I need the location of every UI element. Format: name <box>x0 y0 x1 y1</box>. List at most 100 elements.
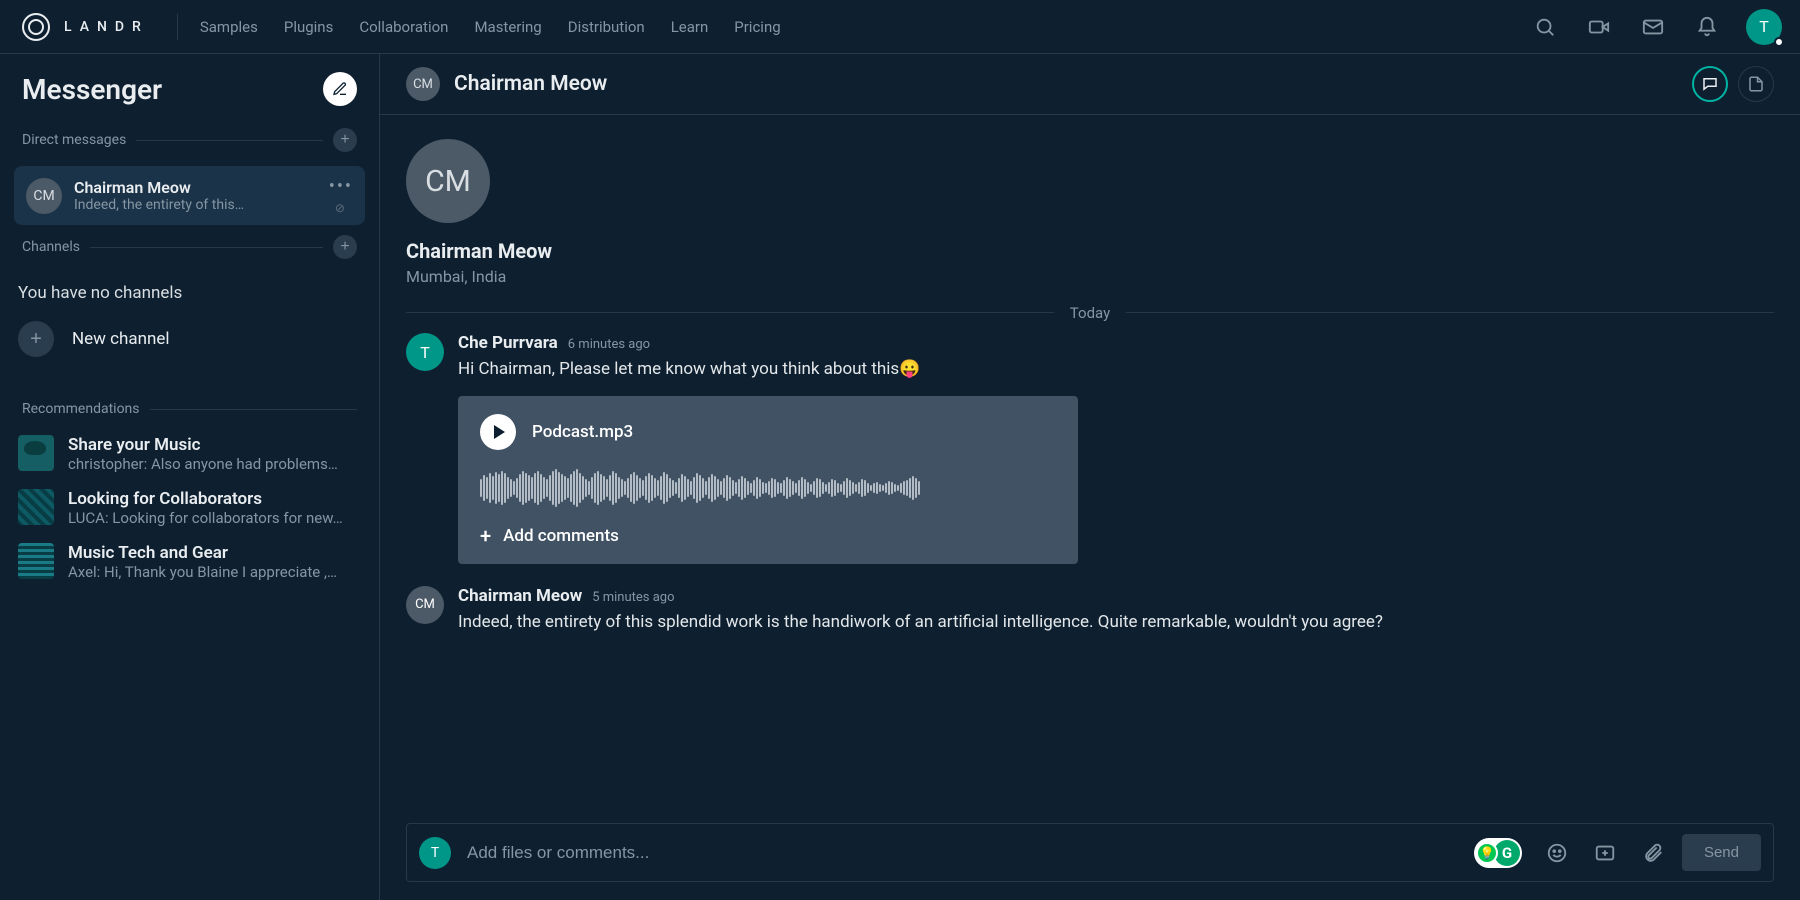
conversation-header: CM Chairman Meow <box>380 54 1800 115</box>
add-media-button[interactable] <box>1590 838 1620 868</box>
add-channel-button[interactable]: + <box>333 235 357 259</box>
mail-button[interactable] <box>1638 12 1668 42</box>
dm-avatar: CM <box>26 178 62 214</box>
nav-plugins[interactable]: Plugins <box>284 18 333 36</box>
recommendation-title: Music Tech and Gear <box>68 543 337 563</box>
recommendation-thumbnail <box>18 489 54 525</box>
nav-samples[interactable]: Samples <box>200 18 258 36</box>
no-channels-text: You have no channels <box>0 269 379 311</box>
attach-button[interactable] <box>1638 838 1668 868</box>
recommendation-subtitle: Axel: Hi, Thank you Blaine I appreciate … <box>68 563 337 581</box>
message-text: Indeed, the entirety of this splendid wo… <box>458 610 1774 635</box>
dm-item-chairman-meow[interactable]: CM Chairman Meow Indeed, the entirety of… <box>14 166 365 225</box>
conversation-title: Chairman Meow <box>454 72 607 96</box>
message: T Che Purrvara 6 minutes ago Hi Chairman… <box>406 333 1774 564</box>
grammarly-widget[interactable]: 💡 G <box>1474 838 1522 868</box>
play-icon <box>494 425 505 439</box>
search-icon <box>1534 16 1556 38</box>
message-timestamp: 5 minutes ago <box>592 590 674 605</box>
audio-attachment: Podcast.mp3 + Add comments <box>458 396 1078 564</box>
conversation-panel: CM Chairman Meow CM Chairman Meow Mumbai… <box>380 54 1800 900</box>
nav-distribution[interactable]: Distribution <box>568 18 645 36</box>
channels-section-header: Channels + <box>0 229 379 269</box>
emoji-tongue: 😛 <box>899 359 920 379</box>
message-avatar: T <box>406 333 444 371</box>
dm-snippet: Indeed, the entirety of this… <box>74 197 317 213</box>
mail-icon <box>1642 16 1664 38</box>
recommendation-item[interactable]: Music Tech and Gear Axel: Hi, Thank you … <box>0 535 379 589</box>
audio-waveform[interactable] <box>480 466 1056 510</box>
compose-icon <box>332 81 348 97</box>
topbar-actions: T <box>1530 9 1782 45</box>
recommendations-label: Recommendations <box>22 401 140 417</box>
message: CM Chairman Meow 5 minutes ago Indeed, t… <box>406 586 1774 635</box>
recommendation-title: Share your Music <box>68 435 338 455</box>
dm-section-label: Direct messages <box>22 132 126 148</box>
message-author: Chairman Meow <box>458 586 582 606</box>
composer-input[interactable] <box>465 842 1460 864</box>
notifications-button[interactable] <box>1692 12 1722 42</box>
lightbulb-icon: 💡 <box>1476 842 1498 864</box>
recommendation-subtitle: christopher: Also anyone had problems… <box>68 455 338 473</box>
chat-icon <box>1701 75 1719 93</box>
dm-name: Chairman Meow <box>74 178 317 197</box>
user-avatar[interactable]: T <box>1746 9 1782 45</box>
recommendations-section-header: Recommendations <box>0 395 379 427</box>
file-icon <box>1747 75 1765 93</box>
files-view-button[interactable] <box>1738 66 1774 102</box>
plus-icon: + <box>18 321 54 357</box>
audio-filename: Podcast.mp3 <box>532 422 633 442</box>
add-comments-label: Add comments <box>503 526 619 546</box>
add-comments-button[interactable]: + Add comments <box>480 524 1056 548</box>
message-scroll[interactable]: CM Chairman Meow Mumbai, India Today T C… <box>380 115 1800 823</box>
recommendation-item[interactable]: Looking for Collaborators LUCA: Looking … <box>0 481 379 535</box>
nav-learn[interactable]: Learn <box>671 18 709 36</box>
chat-view-button[interactable] <box>1692 66 1728 102</box>
new-channel-button[interactable]: + New channel <box>0 311 379 377</box>
topbar: LANDR Samples Plugins Collaboration Mast… <box>0 0 1800 54</box>
paperclip-icon <box>1642 842 1664 864</box>
dm-section-header: Direct messages + <box>0 122 379 162</box>
presence-dot <box>1774 37 1784 47</box>
divider <box>177 14 178 40</box>
message-author: Che Purrvara <box>458 333 558 353</box>
nav-pricing[interactable]: Pricing <box>734 18 780 36</box>
channels-section-label: Channels <box>22 239 80 255</box>
recommendation-thumbnail <box>18 435 54 471</box>
recommendation-subtitle: LUCA: Looking for collaborators for new… <box>68 509 343 527</box>
composer: T 💡 G Send <box>406 823 1774 882</box>
new-channel-label: New channel <box>72 329 170 349</box>
recommendation-thumbnail <box>18 543 54 579</box>
recommendation-item[interactable]: Share your Music christopher: Also anyon… <box>0 427 379 481</box>
brand-logo[interactable]: LANDR <box>22 13 171 41</box>
more-icon: ••• <box>329 176 353 197</box>
day-separator-label: Today <box>1054 304 1126 322</box>
video-button[interactable] <box>1584 12 1614 42</box>
brand-logo-icon <box>22 13 50 41</box>
send-button[interactable]: Send <box>1682 834 1761 871</box>
smile-icon <box>1546 842 1568 864</box>
message-text: Hi Chairman, Please let me know what you… <box>458 357 1774 382</box>
conversation-avatar: CM <box>406 67 440 101</box>
primary-nav: Samples Plugins Collaboration Mastering … <box>200 18 781 36</box>
day-separator: Today <box>406 312 1774 313</box>
add-dm-button[interactable]: + <box>333 128 357 152</box>
message-timestamp: 6 minutes ago <box>568 337 650 352</box>
nav-collaboration[interactable]: Collaboration <box>359 18 448 36</box>
search-button[interactable] <box>1530 12 1560 42</box>
play-button[interactable] <box>480 414 516 450</box>
contact-name: Chairman Meow <box>406 239 1774 263</box>
sidebar: Messenger Direct messages + CM Chairman … <box>0 54 380 900</box>
add-media-icon <box>1594 842 1616 864</box>
bell-icon <box>1696 16 1718 38</box>
compose-button[interactable] <box>323 72 357 106</box>
nav-mastering[interactable]: Mastering <box>474 18 541 36</box>
user-avatar-initial: T <box>1759 17 1769 36</box>
plus-icon: + <box>480 524 491 548</box>
recommendation-title: Looking for Collaborators <box>68 489 343 509</box>
dm-item-actions[interactable]: ••• ⊘ <box>329 176 353 215</box>
video-icon <box>1588 16 1610 38</box>
composer-avatar: T <box>419 837 451 869</box>
contact-profile: CM Chairman Meow Mumbai, India <box>406 139 1774 286</box>
emoji-button[interactable] <box>1542 838 1572 868</box>
